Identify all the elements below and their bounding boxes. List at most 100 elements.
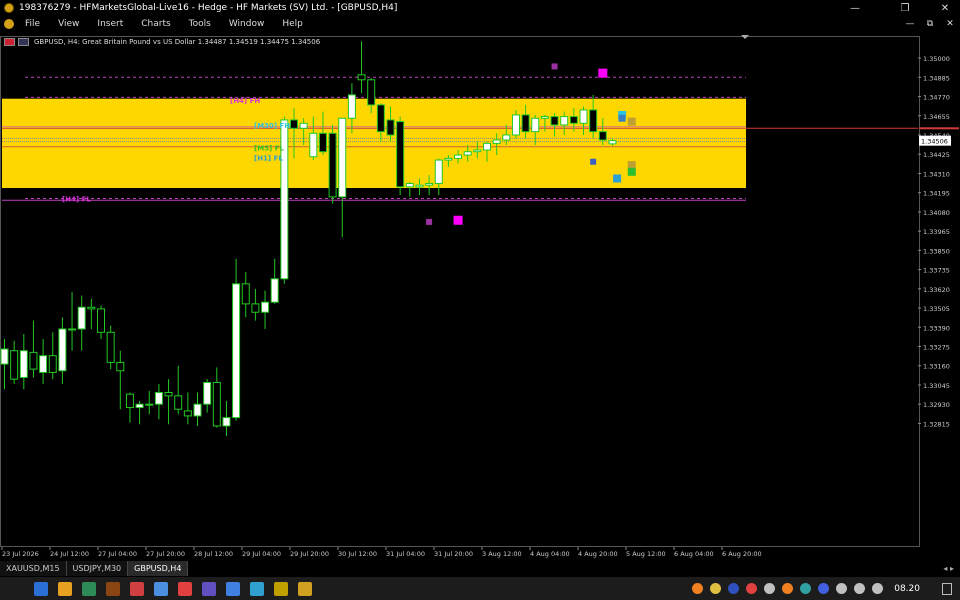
y-tick-label: 1.34195 [923,190,950,198]
candle-body [386,119,395,136]
tab-usdjpy[interactable]: USDJPY,M30 [66,561,129,576]
y-tick-label: 1.33620 [923,286,950,294]
x-tick-label: 29 Jul 04:00 [242,550,281,558]
y-tick-label: 1.34655 [923,113,950,121]
signal-marker [627,117,636,126]
candle-body [48,355,57,373]
signal-marker [627,167,636,176]
taskbar-app-icon[interactable] [298,581,312,596]
candle-body [212,381,221,427]
candle-body [521,114,530,133]
y-tick-label: 1.34770 [923,94,950,102]
candle-body [77,306,86,330]
signal-marker [618,114,626,122]
tray-icon[interactable] [854,583,866,594]
candle-body [608,140,617,145]
taskbar-app-icon[interactable] [106,581,120,596]
candle-body [444,157,453,161]
candle-body [396,121,405,188]
x-tick-label: 29 Jul 20:00 [290,550,329,558]
y-tick-label: 1.35000 [923,55,950,63]
candle-body [97,308,105,333]
candle-body [367,79,376,106]
price-chart[interactable]: [H4] FH [M30] FH [M5] FL [H1] FL [H4] FL 1.35… [0,0,960,560]
y-tick-label: 1.34885 [923,74,950,82]
candle-body [251,303,260,313]
price-axis-marker [919,127,959,130]
candle-body [29,351,38,370]
tray-icon[interactable] [872,583,884,594]
tab-gbpusd[interactable]: GBPUSD,H4 [128,561,189,576]
candle-body [560,116,569,126]
chart-header: GBPUSD, H4: Great Britain Pound vs US Do… [4,38,320,46]
chart-shift-marker [741,35,749,39]
x-tick-label: 24 Jul 12:00 [50,550,89,558]
candle-body [203,381,212,405]
candle-body [125,393,134,409]
candle-body [511,114,520,136]
y-tick-label: 1.33735 [923,267,950,275]
tray-icon[interactable] [782,583,794,594]
signal-marker [590,158,597,165]
taskbar-app-icon[interactable] [226,581,240,596]
candle-body [347,94,356,119]
candle-body [183,410,192,417]
tray-icon[interactable] [764,583,776,594]
y-tick-label: 1.33275 [923,344,950,352]
candle-body [434,159,443,184]
x-tick-label: 6 Aug 20:00 [722,550,762,558]
zone-label: [H4] FL [62,196,91,204]
candle-body [502,134,511,141]
candle-body [154,392,163,405]
y-tick-label: 1.34310 [923,170,950,178]
candle-body [19,350,28,378]
taskbar-app-icon[interactable] [274,581,288,596]
taskbar-app-icon[interactable] [178,581,192,596]
candle-body [232,283,241,419]
zone-label: [M30] FH [254,122,290,130]
taskbar-app-icon[interactable] [58,581,72,596]
taskbar-app-icon[interactable] [130,581,144,596]
taskbar-app-icon[interactable] [82,581,96,596]
candle-body [492,139,501,144]
candle-body [415,184,424,188]
tray-icon[interactable] [836,583,848,594]
candle-body [290,119,298,129]
candle-body [135,403,144,409]
x-tick-label: 4 Aug 20:00 [578,550,618,558]
tray-icon[interactable] [800,583,812,594]
candle-body [328,132,337,198]
y-tick-label: 1.32930 [923,401,950,409]
system-tray: 08.20 [692,577,960,600]
candle-body [454,154,463,159]
chart-settings-icon[interactable] [18,38,29,46]
taskbar-app-icon[interactable] [154,581,168,596]
tray-icon[interactable] [710,583,722,594]
candle-body [405,182,414,188]
candle-body [174,395,183,410]
chart-header-text: GBPUSD, H4: Great Britain Pound vs US Do… [34,38,321,46]
candle-body [241,283,250,305]
taskbar-app-icon[interactable] [250,581,264,596]
y-tick-label: 1.34425 [923,151,950,159]
tray-icon[interactable] [692,583,704,594]
taskbar-app-icon[interactable] [202,581,216,596]
tray-icon[interactable] [746,583,758,594]
tray-icon[interactable] [818,583,830,594]
notification-icon[interactable] [942,582,952,595]
x-tick-label: 3 Aug 12:00 [482,550,522,558]
candle-body [0,348,9,365]
one-click-trading-icon[interactable] [4,38,15,46]
x-tick-label: 6 Aug 04:00 [674,550,714,558]
candle-body [473,149,482,153]
y-tick-label: 1.33965 [923,228,950,236]
tab-xauusd[interactable]: XAUUSD,M15 [0,561,67,576]
candle-body [463,151,472,156]
taskbar-app-icon[interactable] [34,581,48,596]
tab-scroll-arrows[interactable]: ◂ ▸ [943,561,954,576]
candle-body [222,417,231,427]
y-tick-label: 1.33045 [923,382,950,390]
tray-icon[interactable] [728,583,740,594]
signal-marker [551,63,558,70]
y-tick-label: 1.33390 [923,324,950,332]
